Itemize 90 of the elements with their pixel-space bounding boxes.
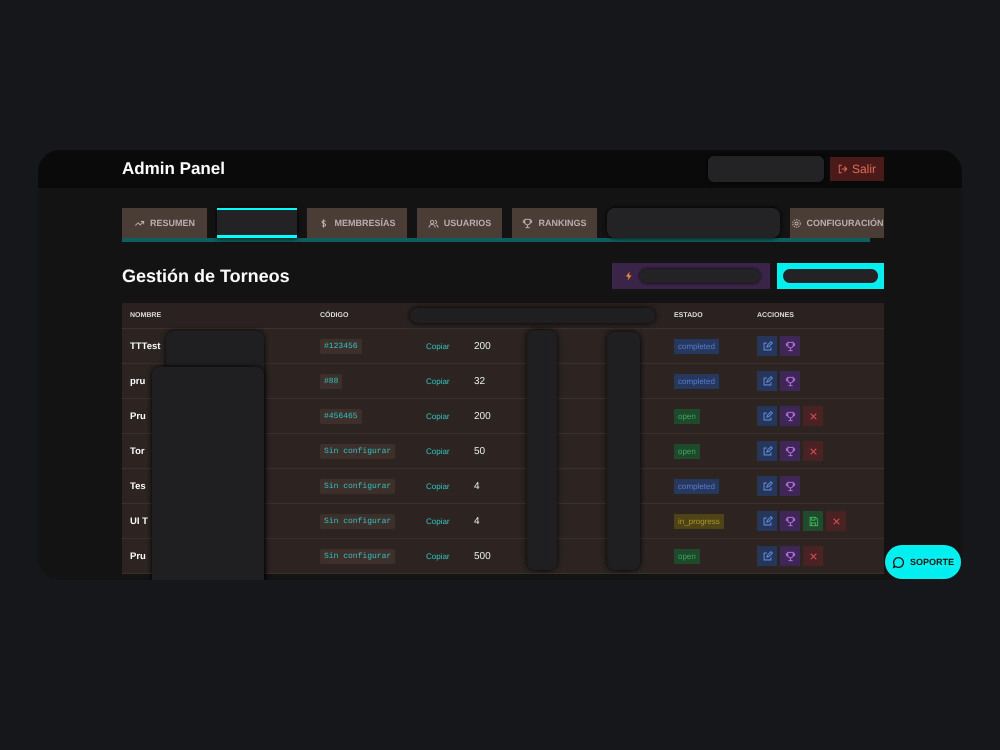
tournament-name: Pru (130, 550, 146, 562)
delete-button[interactable] (803, 441, 823, 461)
status-tag: completed (674, 338, 719, 354)
gear-icon (790, 218, 802, 228)
table-cell: 500 (474, 550, 491, 562)
edit-icon (762, 410, 772, 422)
tournament-name: Tor (130, 446, 145, 456)
table-cell: 50 (474, 446, 486, 456)
close-icon (830, 516, 842, 526)
tournament-name: UI T (130, 516, 148, 526)
close-icon (808, 550, 818, 562)
edit-button[interactable] (757, 336, 777, 356)
users-icon (428, 218, 439, 228)
trophy-button[interactable] (780, 511, 800, 531)
table-cell: 200 (474, 410, 491, 422)
copy-link[interactable]: Copiar (426, 376, 450, 386)
table-cell: 4 (474, 480, 480, 492)
save-icon (808, 516, 818, 526)
edit-button[interactable] (757, 476, 777, 496)
edit-button[interactable] (757, 546, 777, 566)
close-icon (808, 446, 818, 456)
status-tag: completed (674, 478, 719, 494)
copy-link[interactable]: Copiar (426, 446, 450, 456)
tournament-name: pru (130, 376, 146, 386)
app-title: Admin Panel (122, 159, 226, 179)
trophy-icon (784, 550, 796, 562)
code-tag: #88 (320, 374, 342, 388)
tab[interactable]: RANKINGS (512, 208, 597, 238)
code-tag: #456465 (320, 408, 362, 424)
edit-icon (762, 446, 772, 456)
code-tag: #123456 (320, 338, 362, 354)
trophy-icon (784, 340, 796, 352)
table-cell: 32 (474, 376, 486, 386)
tournament-name: Pru (130, 410, 146, 422)
trophy-button[interactable] (780, 441, 800, 461)
edit-button[interactable] (757, 371, 777, 391)
lightning-icon (624, 271, 634, 281)
code-tag: Sin configurar (320, 478, 396, 494)
logout-button[interactable]: Salir (830, 157, 884, 181)
trophy-button[interactable] (780, 336, 800, 356)
tab[interactable]: USUARIOS (417, 208, 502, 238)
copy-link[interactable]: Copiar (426, 516, 450, 526)
trophy-icon (784, 480, 796, 492)
trophy-icon (522, 218, 534, 228)
tab[interactable]: CONFIGURACIÓN (790, 208, 884, 238)
edit-icon (762, 550, 772, 562)
status-tag: completed (674, 374, 719, 388)
trophy-icon (784, 410, 796, 422)
tournament-name: TTTest (130, 340, 160, 352)
support-button[interactable]: SOPORTE (885, 545, 961, 579)
edit-icon (762, 376, 772, 386)
trophy-button[interactable] (780, 476, 800, 496)
trophy-icon (784, 376, 796, 386)
code-tag: Sin configurar (320, 548, 396, 564)
delete-button[interactable] (826, 511, 846, 531)
edit-icon (762, 340, 772, 352)
code-tag: Sin configurar (320, 514, 396, 528)
chat-icon (892, 556, 905, 568)
tab[interactable]: MEMBRESÍAS (307, 208, 407, 238)
page-title: Gestión de Torneos (122, 266, 291, 286)
edit-icon (762, 480, 772, 492)
copy-link[interactable]: Copiar (426, 342, 450, 350)
delete-button[interactable] (803, 546, 823, 566)
code-tag: Sin configurar (320, 444, 396, 458)
table-cell: 200 (474, 340, 491, 352)
status-tag: open (674, 548, 700, 564)
table-cell: 4 (474, 516, 480, 526)
trophy-icon (784, 446, 796, 456)
trophy-button[interactable] (780, 371, 800, 391)
action-button[interactable] (777, 263, 884, 289)
edit-button[interactable] (757, 511, 777, 531)
delete-button[interactable] (803, 406, 823, 426)
trophy-button[interactable] (780, 546, 800, 566)
save-button[interactable] (803, 511, 823, 531)
tournament-name: Tes (130, 480, 146, 492)
copy-link[interactable]: Copiar (426, 412, 450, 420)
copy-link[interactable]: Copiar (426, 482, 450, 490)
logout-icon (838, 164, 848, 174)
trophy-button[interactable] (780, 406, 800, 426)
close-icon (808, 410, 818, 422)
edit-button[interactable] (757, 441, 777, 461)
status-tag: open (674, 408, 700, 424)
trophy-icon (784, 516, 796, 526)
edit-icon (762, 516, 772, 526)
tab[interactable]: RESUMEN (122, 208, 207, 238)
redacted-tab[interactable] (217, 208, 297, 238)
edit-button[interactable] (757, 406, 777, 426)
status-tag: in_progress (674, 514, 724, 528)
copy-link[interactable]: Copiar (426, 552, 450, 560)
status-tag: open (674, 444, 700, 458)
